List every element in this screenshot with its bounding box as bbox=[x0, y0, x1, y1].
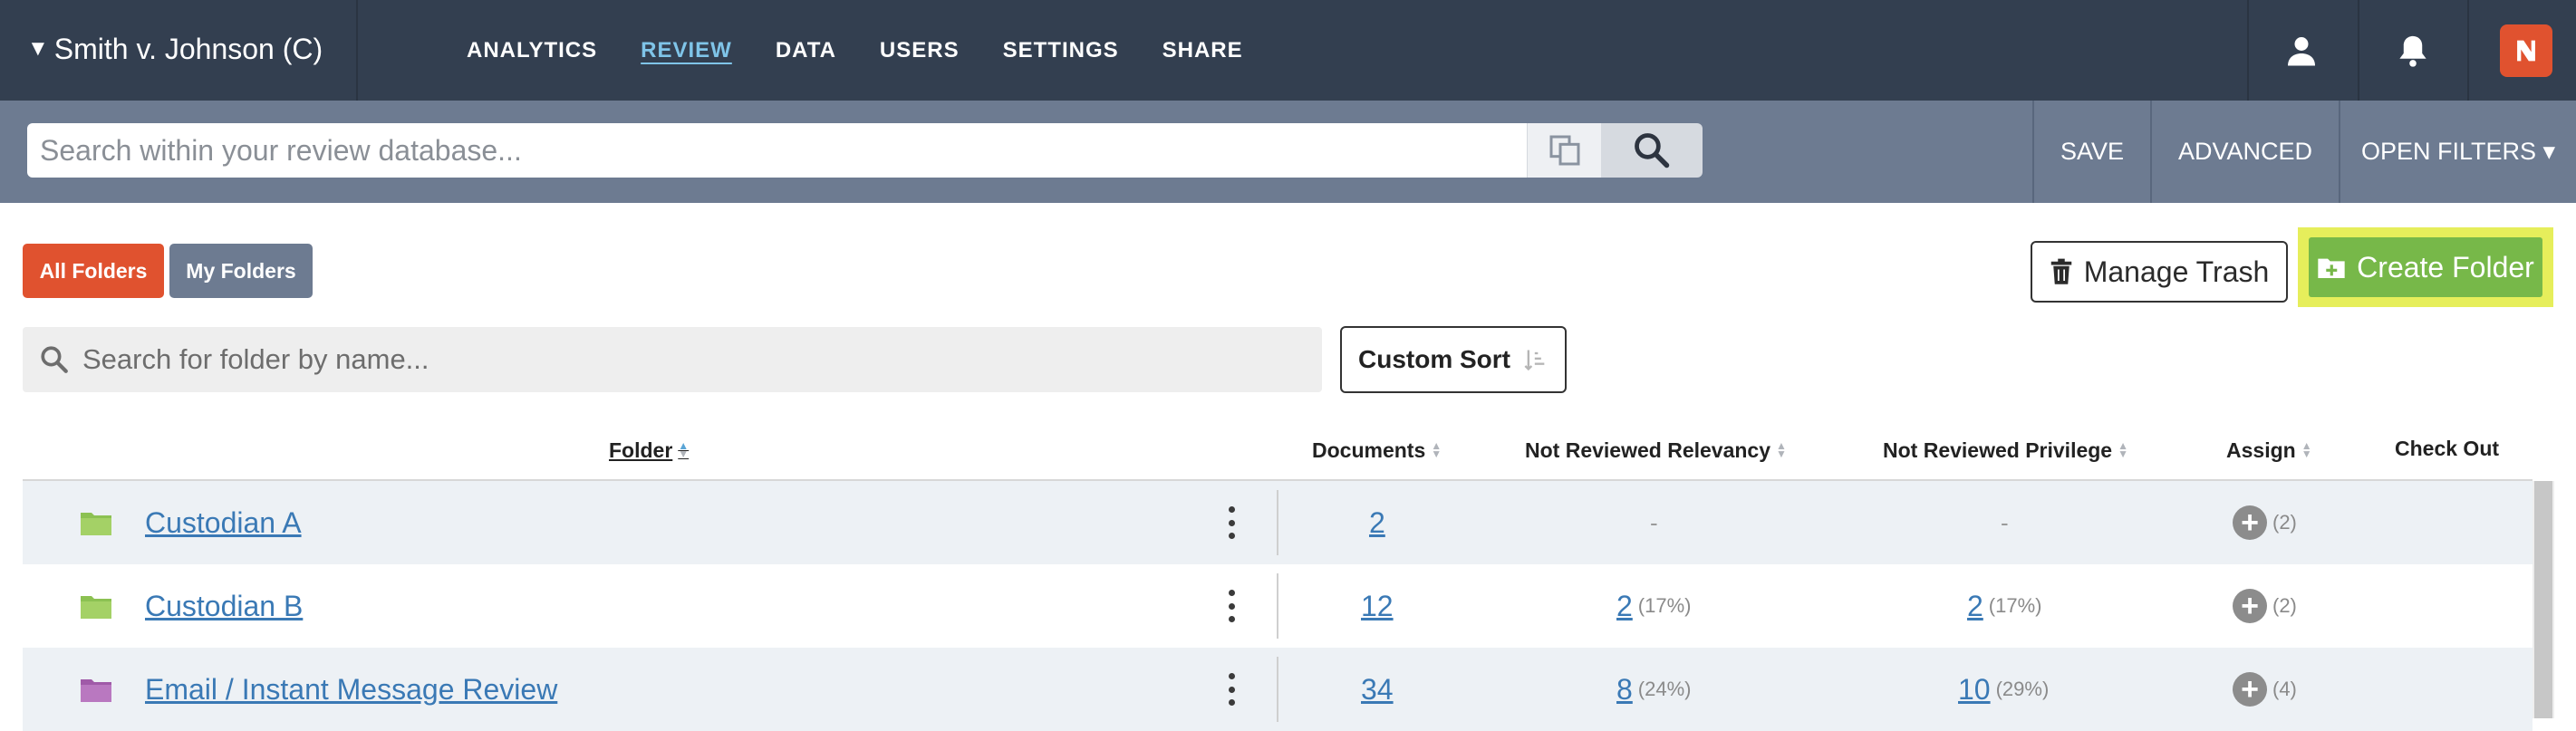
sort-icon: ▲ ▼ bbox=[2301, 439, 2312, 460]
notifications-button[interactable] bbox=[2359, 0, 2467, 101]
bell-icon bbox=[2399, 35, 2426, 67]
relevancy-cell: 2 (17%) bbox=[1616, 589, 1692, 623]
copy-icon bbox=[1549, 135, 1579, 166]
copy-search-button[interactable] bbox=[1527, 123, 1601, 178]
folder-icon bbox=[81, 679, 111, 702]
open-filters-button[interactable]: OPEN FILTERS ▾ bbox=[2339, 101, 2576, 203]
review-search-placeholder: Search within your review database... bbox=[40, 133, 522, 167]
case-title: Smith v. Johnson (C) bbox=[53, 32, 323, 65]
create-folder-button[interactable]: Create Folder bbox=[2309, 237, 2542, 297]
manage-trash-button[interactable]: Manage Trash bbox=[2031, 241, 2288, 303]
sort-icon: ▲ ▼ bbox=[1776, 439, 1787, 460]
folder-icon bbox=[81, 596, 111, 619]
advanced-search-button[interactable]: ADVANCED bbox=[2150, 101, 2339, 203]
assign-cell: + (2) bbox=[2233, 481, 2297, 564]
relevancy-link[interactable]: 2 bbox=[1616, 590, 1633, 623]
folder-link[interactable]: Custodian B bbox=[145, 564, 303, 648]
column-header-not-reviewed-privilege[interactable]: Not Reviewed Privilege ▲ ▼ bbox=[1883, 435, 2128, 466]
column-header-not-reviewed-relevancy[interactable]: Not Reviewed Relevancy ▲ ▼ bbox=[1525, 435, 1787, 466]
row-menu-icon[interactable] bbox=[1223, 590, 1240, 622]
relevancy-cell: 8 (24%) bbox=[1616, 672, 1692, 707]
save-search-button[interactable]: SAVE bbox=[2032, 101, 2150, 203]
assign-cell: + (4) bbox=[2233, 648, 2297, 731]
user-menu-button[interactable] bbox=[2247, 0, 2356, 101]
column-header-check-out: Check Out bbox=[2395, 436, 2500, 460]
manage-trash-label: Manage Trash bbox=[2083, 255, 2270, 288]
privilege-cell: 2 (17%) bbox=[1967, 589, 2042, 623]
sort-asc-icon: ▲ ▼ bbox=[678, 439, 690, 460]
nav-link-analytics[interactable]: ANALYTICS bbox=[467, 38, 597, 63]
scrollbar-thumb[interactable] bbox=[2534, 481, 2552, 718]
documents-link[interactable]: 12 bbox=[1361, 590, 1394, 623]
documents-count: 12 bbox=[1361, 564, 1394, 648]
assign-cell: + (2) bbox=[2233, 564, 2297, 648]
table-row: Custodian B 12 2 (17%) 2 (17%) + (2) bbox=[23, 564, 2533, 648]
sort-icon bbox=[1524, 350, 1545, 371]
review-search-input[interactable]: Search within your review database... bbox=[27, 123, 1527, 178]
nav-link-data[interactable]: DATA bbox=[776, 38, 836, 63]
nav-divider bbox=[2467, 0, 2469, 101]
review-search-bar: Search within your review database... SA… bbox=[0, 101, 2576, 203]
column-header-folder[interactable]: Folder ▲ ▼ bbox=[609, 435, 689, 466]
trash-icon bbox=[2050, 258, 2071, 284]
folder-link[interactable]: Custodian A bbox=[145, 481, 302, 564]
assign-plus-icon[interactable]: + bbox=[2233, 672, 2267, 707]
privilege-cell: 10 (29%) bbox=[1958, 672, 2050, 707]
relevancy-link[interactable]: 8 bbox=[1616, 673, 1633, 707]
main-nav: ANALYTICS REVIEW DATA USERS SETTINGS SHA… bbox=[467, 0, 1287, 101]
documents-link[interactable]: 2 bbox=[1369, 506, 1385, 540]
row-divider bbox=[1277, 490, 1278, 555]
nav-divider bbox=[356, 0, 358, 101]
row-divider bbox=[1277, 657, 1278, 722]
search-button[interactable] bbox=[1601, 123, 1703, 178]
privilege-cell: - bbox=[2001, 508, 2009, 536]
user-icon bbox=[2288, 36, 2315, 65]
search-icon bbox=[41, 346, 68, 373]
column-header-assign[interactable]: Assign ▲ ▼ bbox=[2226, 435, 2312, 466]
nav-link-share[interactable]: SHARE bbox=[1163, 38, 1243, 63]
case-selector[interactable]: ▼ Smith v. Johnson (C) bbox=[27, 0, 353, 98]
my-folders-button[interactable]: My Folders bbox=[169, 244, 313, 298]
row-menu-icon[interactable] bbox=[1223, 506, 1240, 539]
folder-plus-icon bbox=[2318, 258, 2345, 278]
row-divider bbox=[1277, 573, 1278, 639]
assign-plus-icon[interactable]: + bbox=[2233, 505, 2267, 540]
top-navigation-bar: ▼ Smith v. Johnson (C) ANALYTICS REVIEW … bbox=[0, 0, 2576, 101]
nav-link-settings[interactable]: SETTINGS bbox=[1003, 38, 1119, 63]
sort-icon: ▲ ▼ bbox=[2118, 439, 2128, 460]
sort-icon: ▲ ▼ bbox=[1431, 439, 1442, 460]
folder-search-placeholder: Search for folder by name... bbox=[82, 343, 429, 375]
documents-count: 2 bbox=[1369, 481, 1385, 564]
app-logo-icon bbox=[2500, 24, 2552, 77]
folder-search-input[interactable]: Search for folder by name... bbox=[23, 327, 1322, 392]
assign-plus-icon[interactable]: + bbox=[2233, 589, 2267, 623]
custom-sort-button[interactable]: Custom Sort bbox=[1340, 326, 1567, 393]
nav-link-review[interactable]: REVIEW bbox=[641, 38, 732, 63]
documents-link[interactable]: 34 bbox=[1361, 673, 1394, 707]
folder-icon bbox=[81, 513, 111, 535]
privilege-link[interactable]: 10 bbox=[1958, 673, 1991, 707]
row-menu-icon[interactable] bbox=[1223, 673, 1240, 706]
column-header-documents[interactable]: Documents ▲ ▼ bbox=[1312, 435, 1442, 466]
relevancy-cell: - bbox=[1650, 508, 1658, 536]
nav-link-users[interactable]: USERS bbox=[880, 38, 960, 63]
documents-count: 34 bbox=[1361, 648, 1394, 731]
caret-down-icon: ▼ bbox=[27, 36, 49, 61]
all-folders-button[interactable]: All Folders bbox=[23, 244, 164, 298]
app-logo-button[interactable] bbox=[2472, 0, 2576, 101]
custom-sort-label: Custom Sort bbox=[1358, 345, 1510, 373]
search-icon bbox=[1635, 133, 1670, 168]
table-row: Email / Instant Message Review 34 8 (24%… bbox=[23, 648, 2533, 731]
table-row: Custodian A 2 - - + (2) bbox=[23, 481, 2533, 564]
folder-link[interactable]: Email / Instant Message Review bbox=[145, 648, 557, 731]
create-folder-label: Create Folder bbox=[2357, 250, 2534, 284]
privilege-link[interactable]: 2 bbox=[1967, 590, 1983, 623]
